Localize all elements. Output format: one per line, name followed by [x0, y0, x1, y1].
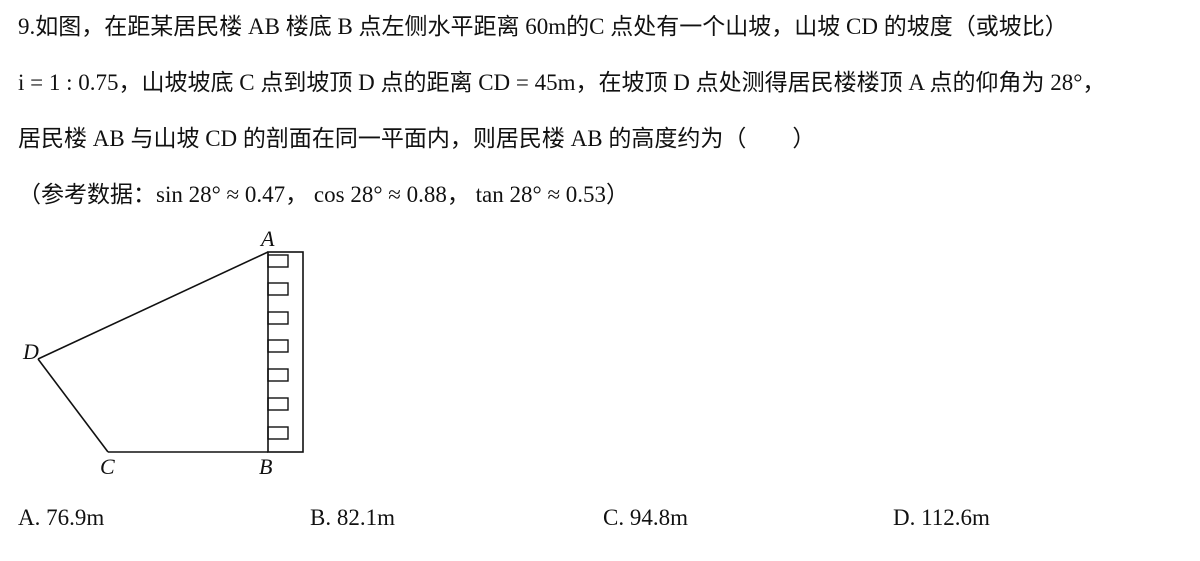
- question-line-1: 9.如图，在距某居民楼 AB 楼底 B 点左侧水平距离 60m的C 点处有一个山…: [18, 14, 1068, 39]
- building-windows: [267, 254, 289, 440]
- figure-svg: A B C D: [22, 226, 304, 479]
- question-line-2: i = 1 : 0.75，山坡坡底 C 点到坡顶 D 点的距离 CD = 45m…: [18, 70, 1106, 95]
- reference-data-line: （参考数据：sin 28° ≈ 0.47， cos 28° ≈ 0.88， ta…: [18, 182, 630, 207]
- window: [267, 254, 289, 268]
- slope-cd: [37, 358, 109, 453]
- window: [267, 311, 289, 325]
- window: [267, 368, 289, 382]
- line-da: [37, 251, 269, 360]
- label-c: C: [100, 454, 115, 479]
- window: [267, 397, 289, 411]
- option-d[interactable]: D. 112.6m: [893, 503, 990, 533]
- label-d: D: [22, 339, 39, 364]
- geometry-figure: A B C D: [0, 224, 330, 484]
- question-line-3: 居民楼 AB 与山坡 CD 的剖面在同一平面内，则居民楼 AB 的高度约为（ ）: [18, 126, 816, 151]
- label-b: B: [259, 454, 272, 479]
- option-a[interactable]: A. 76.9m: [18, 503, 104, 533]
- window: [267, 282, 289, 296]
- window: [267, 339, 289, 353]
- window: [267, 426, 289, 440]
- label-a: A: [259, 226, 275, 251]
- option-c[interactable]: C. 94.8m: [603, 503, 688, 533]
- option-b[interactable]: B. 82.1m: [310, 503, 395, 533]
